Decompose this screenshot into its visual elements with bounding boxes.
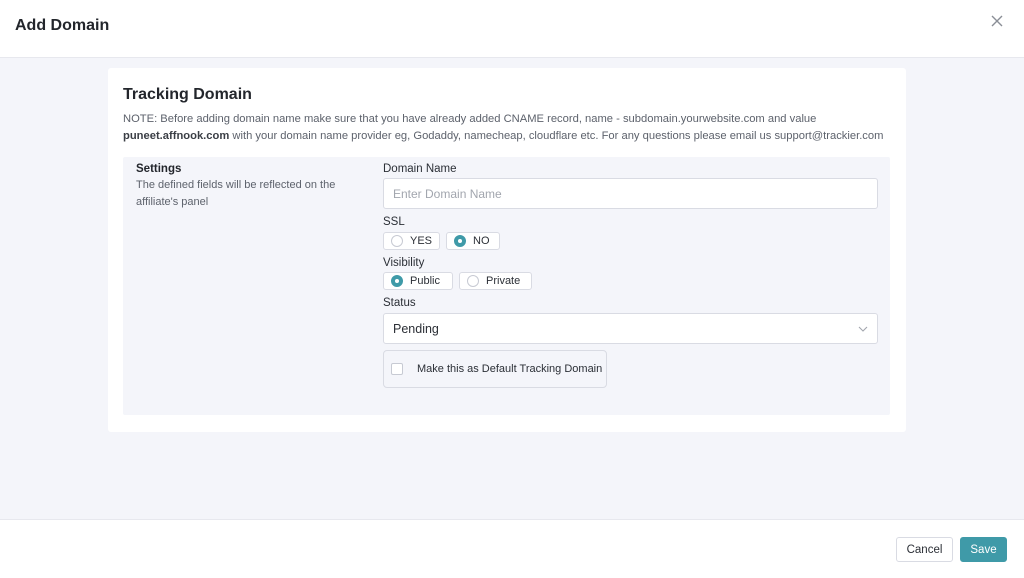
modal-header: Add Domain bbox=[0, 0, 1024, 58]
chevron-down-icon bbox=[858, 326, 868, 332]
status-label: Status bbox=[383, 297, 416, 309]
close-button[interactable] bbox=[990, 14, 1004, 28]
default-domain-label: Make this as Default Tracking Domain bbox=[417, 363, 603, 375]
visibility-private-radio[interactable]: Private bbox=[459, 272, 532, 290]
note-text-2: with your domain name provider eg, Godad… bbox=[229, 130, 884, 142]
settings-description: The defined fields will be reflected on … bbox=[136, 179, 336, 208]
ssl-yes-radio[interactable]: YES bbox=[383, 232, 440, 250]
checkbox-icon[interactable] bbox=[391, 363, 403, 375]
default-domain-checkbox[interactable]: Make this as Default Tracking Domain bbox=[383, 350, 607, 388]
settings-title: Settings bbox=[136, 163, 182, 175]
ssl-no-label: NO bbox=[473, 235, 490, 247]
visibility-private-label: Private bbox=[486, 275, 521, 287]
ssl-yes-label: YES bbox=[410, 235, 433, 247]
status-value: Pending bbox=[393, 321, 439, 336]
radio-checked-icon bbox=[454, 235, 466, 247]
save-button[interactable]: Save bbox=[960, 537, 1007, 562]
settings-panel: Settings The defined fields will be refl… bbox=[123, 157, 890, 415]
radio-unchecked-icon bbox=[391, 235, 403, 247]
ssl-no-radio[interactable]: NO bbox=[446, 232, 500, 250]
note-text-1: NOTE: Before adding domain name make sur… bbox=[123, 113, 817, 125]
radio-unchecked-icon bbox=[467, 275, 479, 287]
domain-name-input[interactable] bbox=[383, 178, 878, 209]
note-cname-value: puneet.affnook.com bbox=[123, 130, 230, 142]
tracking-domain-card: Tracking Domain NOTE: Before adding doma… bbox=[108, 68, 906, 432]
modal-footer: Cancel Save bbox=[0, 519, 1024, 578]
modal-title: Add Domain bbox=[15, 17, 110, 34]
visibility-public-radio[interactable]: Public bbox=[383, 272, 453, 290]
cancel-button[interactable]: Cancel bbox=[896, 537, 953, 562]
section-title: Tracking Domain bbox=[123, 86, 252, 103]
status-select[interactable]: Pending bbox=[383, 313, 878, 344]
close-icon bbox=[991, 15, 1003, 27]
radio-checked-icon bbox=[391, 275, 403, 287]
domain-name-label: Domain Name bbox=[383, 163, 457, 175]
visibility-public-label: Public bbox=[410, 275, 440, 287]
ssl-label: SSL bbox=[383, 216, 405, 228]
cname-note: NOTE: Before adding domain name make sur… bbox=[123, 111, 893, 145]
visibility-label: Visibility bbox=[383, 257, 425, 269]
